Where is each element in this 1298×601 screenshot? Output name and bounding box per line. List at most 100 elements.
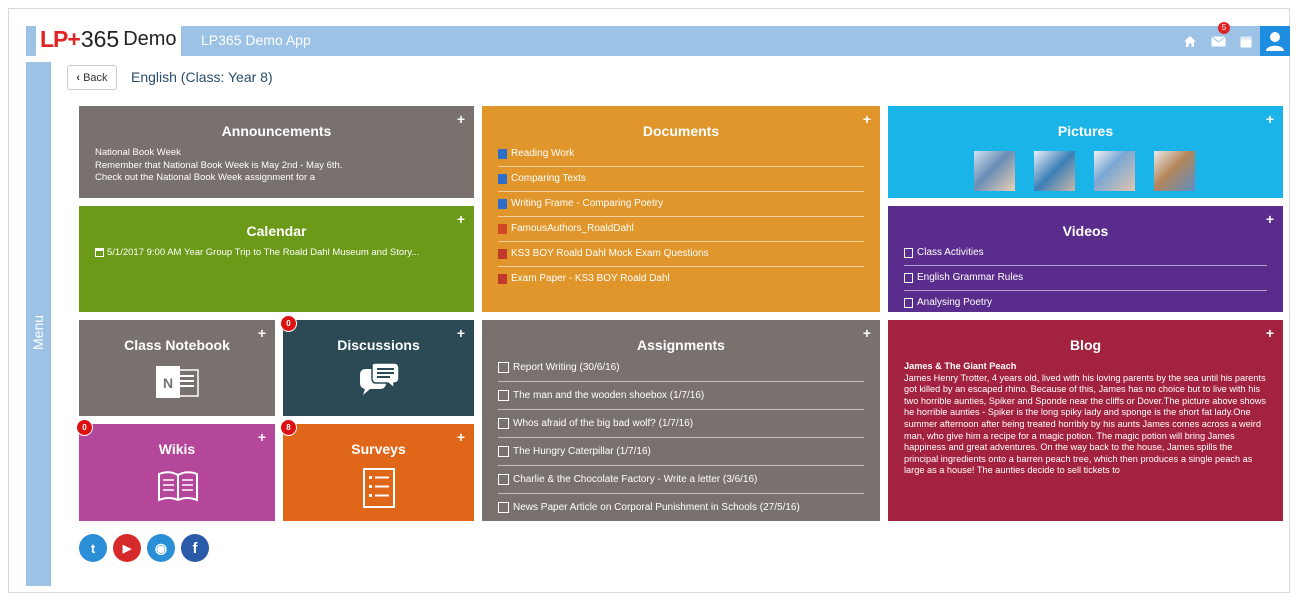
assignment-item[interactable]: The Hungry Caterpillar (1/7/16) [498, 438, 864, 466]
picture-thumbnail[interactable] [1034, 151, 1075, 191]
add-notebook-button[interactable]: + [258, 325, 266, 341]
calendar-icon[interactable] [1232, 26, 1260, 56]
word-doc-icon [498, 199, 507, 209]
add-survey-button[interactable]: + [457, 429, 465, 445]
assignment-item[interactable]: Whos afraid of the big bad wolf? (1/7/16… [498, 410, 864, 438]
back-label: Back [83, 71, 108, 84]
blog-post-title[interactable]: James & The Giant Peach [904, 361, 1267, 373]
document-item[interactable]: KS3 BOY Roald Dahl Mock Exam Questions [498, 242, 864, 267]
file-icon [904, 273, 913, 283]
pictures-title: Pictures [1057, 123, 1114, 139]
calendar-small-icon [95, 248, 104, 257]
video-label: English Grammar Rules [917, 272, 1024, 283]
mail-count-badge: 5 [1218, 22, 1230, 34]
discussions-count-badge: 0 [280, 315, 297, 332]
back-button[interactable]: ‹ Back [67, 65, 117, 90]
assignments-title: Assignments [637, 337, 725, 353]
video-label: Analysing Poetry [917, 297, 993, 308]
calendar-event-text: 5/1/2017 9:00 AM Year Group Trip to The … [107, 247, 420, 258]
calendar-event[interactable]: 5/1/2017 9:00 AM Year Group Trip to The … [95, 247, 419, 258]
documents-tile[interactable]: Documents + Reading Work Comparing Texts… [482, 106, 880, 312]
document-item[interactable]: Reading Work [498, 142, 864, 167]
onenote-icon: N [156, 366, 199, 398]
picture-thumbnail[interactable] [1154, 151, 1195, 191]
pictures-tile[interactable]: Pictures + [888, 106, 1283, 198]
discussions-title: Discussions [337, 337, 420, 353]
blog-post-body: James Henry Trotter, 4 years old, lived … [904, 372, 1266, 476]
word-doc-icon [498, 174, 507, 184]
add-blog-post-button[interactable]: + [1266, 325, 1274, 341]
assignment-label: The man and the wooden shoebox (1/7/16) [513, 390, 705, 401]
calendar-tile[interactable]: Calendar + 5/1/2017 9:00 AM Year Group T… [79, 206, 474, 312]
file-icon [904, 298, 913, 308]
edit-icon [498, 446, 509, 457]
assignment-item[interactable]: News Paper Article on Corporal Punishmen… [498, 494, 864, 521]
document-label: Writing Frame - Comparing Poetry [511, 198, 664, 209]
menu-label: Menu [30, 314, 46, 350]
videos-tile[interactable]: Videos + Class Activities English Gramma… [888, 206, 1283, 312]
svg-text:N: N [163, 375, 173, 391]
picture-thumbnail[interactable] [974, 151, 1015, 191]
globe-icon[interactable]: ◉ [147, 534, 175, 562]
add-video-button[interactable]: + [1266, 211, 1274, 227]
home-icon[interactable] [1176, 26, 1204, 56]
checklist-icon [363, 468, 395, 508]
assignment-label: News Paper Article on Corporal Punishmen… [513, 502, 800, 513]
add-discussion-button[interactable]: + [457, 325, 465, 341]
brand-365: 365 [80, 25, 120, 52]
assignments-list: Report Writing (30/6/16) The man and the… [498, 354, 864, 521]
app-title: LP365 Demo App [201, 32, 311, 48]
pdf-doc-icon [498, 274, 507, 284]
mail-icon[interactable]: 5 [1204, 22, 1232, 56]
wikis-tile[interactable]: 0 Wikis + [76, 419, 275, 521]
chat-bubbles-icon [360, 363, 400, 395]
side-menu[interactable]: Menu [26, 62, 51, 586]
user-icon[interactable] [1260, 26, 1290, 56]
document-item[interactable]: Exam Paper - KS3 BOY Roald Dahl [498, 267, 864, 291]
add-document-button[interactable]: + [863, 111, 871, 127]
edit-icon [498, 418, 509, 429]
videos-list: Class Activities English Grammar Rules A… [904, 241, 1267, 315]
add-announcement-button[interactable]: + [457, 111, 465, 127]
add-event-button[interactable]: + [457, 211, 465, 227]
brand-demo: Demo [123, 27, 177, 50]
surveys-title: Surveys [351, 441, 406, 457]
surveys-tile[interactable]: 8 Surveys + [280, 419, 474, 521]
documents-list: Reading Work Comparing Texts Writing Fra… [498, 142, 864, 291]
document-item[interactable]: FamousAuthors_RoaldDahl [498, 217, 864, 242]
assignments-tile[interactable]: Assignments + Report Writing (30/6/16) T… [482, 320, 880, 521]
assignment-label: The Hungry Caterpillar (1/7/16) [513, 446, 651, 457]
document-item[interactable]: Comparing Texts [498, 167, 864, 192]
wikis-title: Wikis [158, 441, 196, 457]
video-item[interactable]: Analysing Poetry [904, 291, 1267, 315]
assignment-item[interactable]: Report Writing (30/6/16) [498, 354, 864, 382]
brand-lp: LP+ [40, 25, 81, 52]
discussions-tile[interactable]: 0 Discussions + [280, 315, 474, 416]
twitter-icon[interactable]: t [79, 534, 107, 562]
blog-tile[interactable]: Blog + James & The Giant Peach James Hen… [888, 320, 1283, 521]
document-label: Exam Paper - KS3 BOY Roald Dahl [511, 273, 670, 284]
youtube-icon[interactable]: ▶ [113, 534, 141, 562]
assignment-label: Charlie & the Chocolate Factory - Write … [513, 474, 758, 485]
brand-logo[interactable]: LP+ 365 Demo [36, 22, 181, 56]
announcements-tile[interactable]: Announcements + National Book Week Remem… [79, 106, 474, 198]
add-picture-button[interactable]: + [1266, 111, 1274, 127]
assignment-label: Whos afraid of the big bad wolf? (1/7/16… [513, 418, 694, 429]
add-assignment-button[interactable]: + [863, 325, 871, 341]
announcement-heading: National Book Week [95, 147, 181, 158]
video-item[interactable]: Class Activities [904, 241, 1267, 266]
assignment-item[interactable]: Charlie & the Chocolate Factory - Write … [498, 466, 864, 494]
picture-thumbnail[interactable] [1094, 151, 1135, 191]
assignment-item[interactable]: The man and the wooden shoebox (1/7/16) [498, 382, 864, 410]
assignment-label: Report Writing (30/6/16) [513, 362, 620, 373]
pdf-doc-icon [498, 249, 507, 259]
facebook-icon[interactable]: f [181, 534, 209, 562]
add-wiki-button[interactable]: + [258, 429, 266, 445]
video-item[interactable]: English Grammar Rules [904, 266, 1267, 291]
document-label: Reading Work [511, 148, 575, 159]
wikis-count-badge: 0 [76, 419, 93, 436]
powerpoint-doc-icon [498, 224, 507, 234]
document-label: FamousAuthors_RoaldDahl [511, 223, 634, 234]
document-item[interactable]: Writing Frame - Comparing Poetry [498, 192, 864, 217]
class-notebook-tile[interactable]: Class Notebook + N [79, 320, 275, 416]
